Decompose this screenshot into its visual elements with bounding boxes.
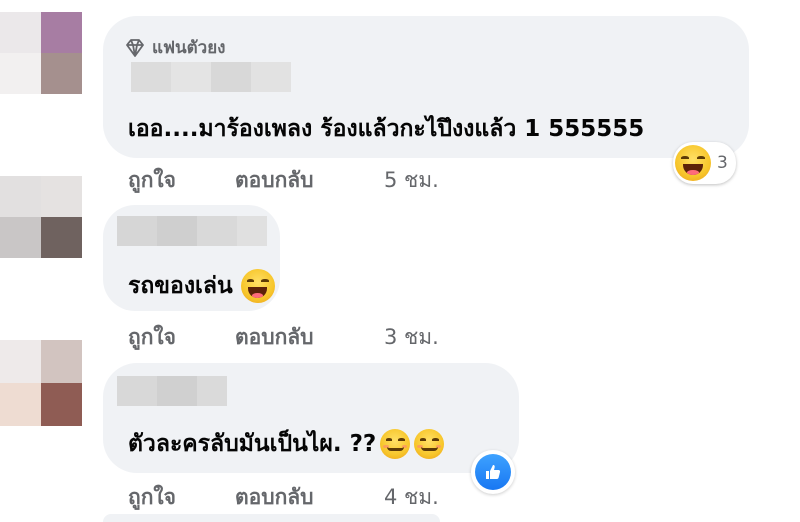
like-reaction-badge[interactable] (471, 450, 515, 494)
laughing-emoji-icon (240, 269, 275, 303)
next-comment-bubble-edge (103, 514, 440, 522)
comment-actions: ถูกใจ ตอบกลับ 3 ชม. (128, 321, 439, 354)
top-fan-label: แฟนตัวยง (152, 38, 226, 58)
comment-timestamp[interactable]: 3 ชม. (384, 321, 439, 354)
reply-button[interactable]: ตอบกลับ (235, 164, 384, 197)
commenter-name[interactable] (131, 62, 291, 92)
like-icon (475, 454, 511, 490)
comment-actions: ถูกใจ ตอบกลับ 4 ชม. (128, 481, 439, 514)
reaction-summary[interactable]: 3 (673, 142, 736, 184)
comment-text-content: ตัวละครลับมันเป็นไผ. ?? (128, 431, 377, 457)
comment-actions: ถูกใจ ตอบกลับ 5 ชม. (128, 164, 439, 197)
comment-text: เออ....มาร้องเพลง ร้องแล้วกะไปึงงแล้ว 1 … (128, 116, 645, 142)
diamond-icon (125, 38, 145, 57)
reply-button[interactable]: ตอบกลับ (235, 321, 384, 354)
avatar[interactable] (0, 12, 82, 94)
commenter-name[interactable] (117, 216, 267, 246)
avatar[interactable] (0, 176, 82, 258)
comment-text: ตัวละครลับมันเป็นไผ. ?? (128, 426, 445, 462)
reply-button[interactable]: ตอบกลับ (235, 481, 384, 514)
top-fan-badge[interactable]: แฟนตัวยง (125, 34, 225, 61)
smirking-emoji-icon (380, 429, 411, 459)
like-button[interactable]: ถูกใจ (128, 481, 235, 514)
smirking-emoji-icon (414, 429, 445, 459)
comment-timestamp[interactable]: 4 ชม. (384, 481, 439, 514)
like-button[interactable]: ถูกใจ (128, 164, 235, 197)
avatar[interactable] (0, 340, 82, 426)
commenter-name[interactable] (117, 376, 227, 406)
laughing-emoji-icon (675, 145, 711, 181)
like-button[interactable]: ถูกใจ (128, 321, 235, 354)
comment-text-content: รถของเล่น (128, 273, 233, 299)
comment-timestamp[interactable]: 5 ชม. (384, 164, 439, 197)
comment-text: รถของเล่น (128, 268, 275, 304)
reaction-count: 3 (717, 153, 728, 173)
